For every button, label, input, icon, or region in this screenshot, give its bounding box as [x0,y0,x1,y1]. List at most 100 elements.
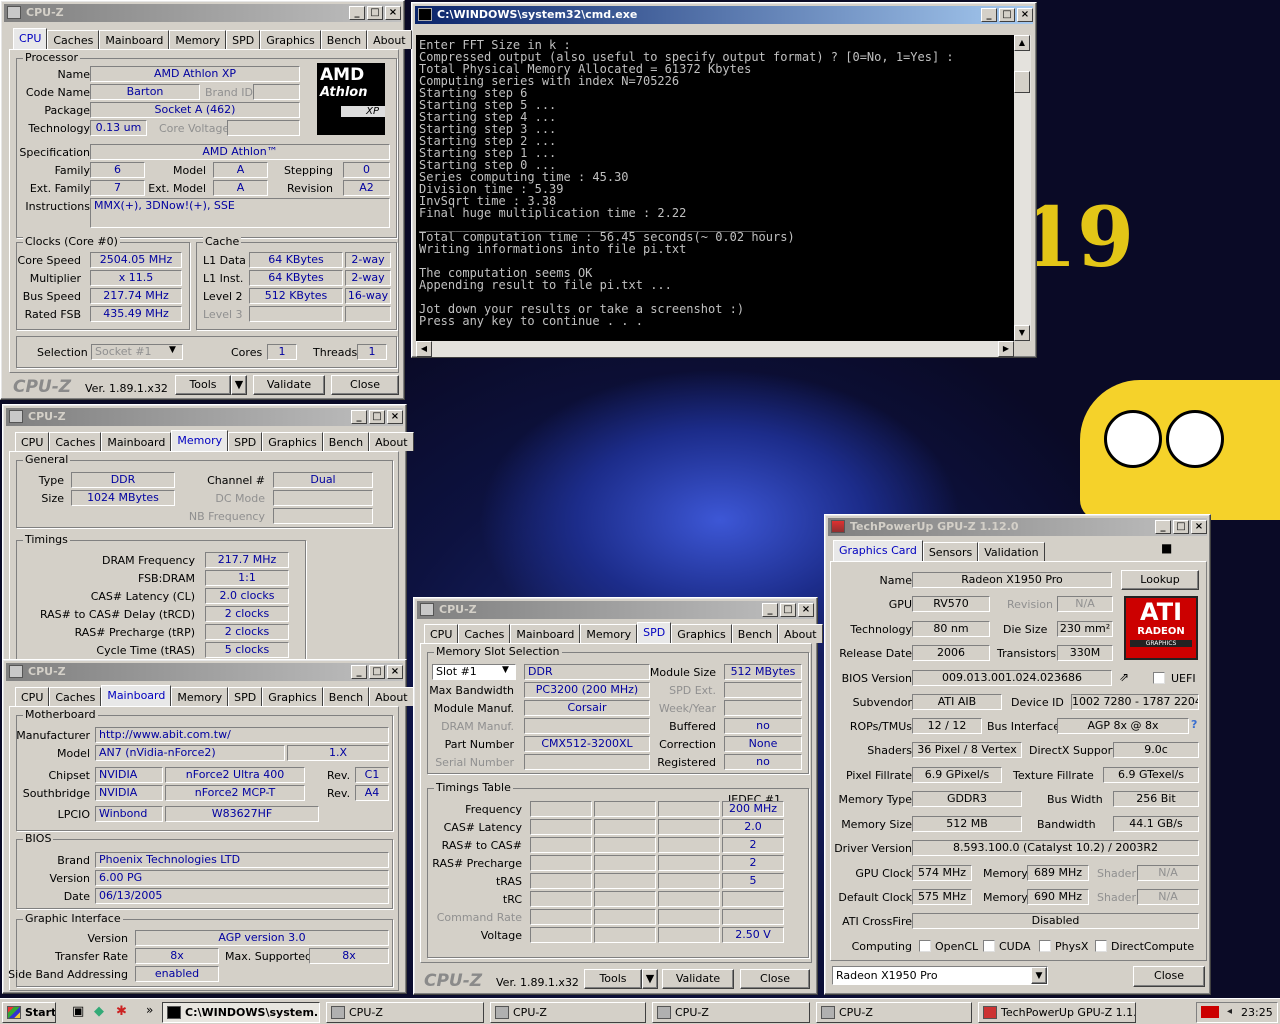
tab-about[interactable]: About [778,624,823,643]
tab-bar[interactable]: Graphics Card Sensors Validation [833,540,1045,561]
tab-bench[interactable]: Bench [322,432,370,451]
tab-graphics[interactable]: Graphics [260,30,321,49]
close-button[interactable]: × [387,665,403,679]
tab-cpu[interactable]: CPU [13,28,48,49]
tab-mainboard[interactable]: Mainboard [99,30,170,49]
scroll-down-button[interactable]: ▼ [1014,325,1030,341]
console-output[interactable]: Enter FFT Size in k : Compressed output (… [416,35,1014,341]
tab-about[interactable]: About [369,687,414,706]
close-button[interactable]: Close [740,969,810,989]
tab-sensors[interactable]: Sensors [922,542,979,561]
maximize-button[interactable]: □ [999,8,1015,22]
cpuz-titlebar[interactable]: CPU-Z _ □ × [6,663,403,681]
tab-cpu[interactable]: CPU [15,432,50,451]
cpuz-memory-window[interactable]: CPU-Z _ □ × CPU Caches Mainboard Memory SPD G… [2,404,414,666]
close-button[interactable]: × [387,410,403,424]
tab-spd[interactable]: SPD [226,30,261,49]
taskbar-item[interactable]: C:\WINDOWS\system... [162,1002,320,1023]
cpuz-titlebar[interactable]: CPU-Z _ □ × [6,408,403,426]
gpu-select[interactable]: Radeon X1950 Pro [832,966,1048,985]
taskbar-item[interactable]: CPU-Z [816,1002,972,1023]
cpuz-cpu-window[interactable]: CPU-Z _ □ × CPU Caches Mainboard Memory SPD G… [0,0,412,400]
camera-icon[interactable]: ■ [1161,541,1172,555]
horizontal-scrollbar[interactable]: ◀ ▶ [416,341,1014,357]
uefi-checkbox[interactable] [1153,672,1165,684]
cpuz-titlebar[interactable]: CPU-Z _ □ × [4,4,401,22]
maximize-button[interactable]: □ [1173,520,1189,534]
scroll-up-button[interactable]: ▲ [1014,35,1030,51]
opencl-checkbox[interactable] [919,940,931,952]
validate-button[interactable]: Validate [253,375,325,395]
tab-bench[interactable]: Bench [320,30,368,49]
close-button[interactable]: Close [1133,966,1205,987]
tab-cpu[interactable]: CPU [424,624,459,643]
tab-bar[interactable]: CPU Caches Mainboard Memory SPD Graphics Bench… [13,28,412,49]
minimize-button[interactable]: _ [351,410,367,424]
tab-memory[interactable]: Memory [580,624,638,643]
gpuz-titlebar[interactable]: TechPowerUp GPU-Z 1.12.0 _ □ × [828,518,1207,536]
minimize-button[interactable]: _ [981,8,997,22]
scroll-thumb[interactable] [1014,71,1030,93]
tab-about[interactable]: About [367,30,412,49]
tab-graphics[interactable]: Graphics [262,687,323,706]
taskbar-item[interactable]: CPU-Z [326,1002,484,1023]
tools-button[interactable]: Tools [175,375,231,395]
minimize-button[interactable]: _ [351,665,367,679]
close-button[interactable]: × [385,6,401,20]
chevron-down-icon[interactable]: ▼ [502,665,509,675]
tab-graphics[interactable]: Graphics [262,432,323,451]
close-button[interactable]: × [1191,520,1207,534]
maximize-button[interactable]: □ [780,603,796,617]
lookup-button[interactable]: Lookup [1121,570,1199,590]
gpuz-window[interactable]: TechPowerUp GPU-Z 1.12.0 _ □ × Graphics … [824,514,1211,995]
directcompute-checkbox[interactable] [1095,940,1107,952]
start-button[interactable]: Start [2,1002,56,1023]
tab-memory[interactable]: Memory [171,687,229,706]
tab-graphics[interactable]: Graphics [671,624,732,643]
maximize-button[interactable]: □ [369,665,385,679]
close-button[interactable]: × [798,603,814,617]
taskbar-item[interactable]: TechPowerUp GPU-Z 1.1... [978,1002,1136,1023]
tab-mainboard[interactable]: Mainboard [101,432,172,451]
chevron-right-icon[interactable]: » [146,1003,153,1017]
tab-caches[interactable]: Caches [458,624,511,643]
clock[interactable]: 23:25 [1241,1006,1273,1019]
tab-about[interactable]: About [369,432,414,451]
tab-caches[interactable]: Caches [49,687,102,706]
quicklaunch-icon[interactable]: ✱ [116,1004,127,1019]
tab-bar[interactable]: CPU Caches Mainboard Memory SPD Graphics Bench… [424,622,823,643]
close-button[interactable]: Close [331,375,399,395]
ati-tray-icon[interactable] [1201,1006,1219,1018]
cpuz-spd-window[interactable]: CPU-Z _ □ × CPU Caches Mainboard Memory SPD G… [413,597,823,995]
tools-dropdown-button[interactable]: ▼ [231,375,247,395]
close-button[interactable]: × [1017,8,1033,22]
volume-icon[interactable]: ◂ [1227,1006,1232,1017]
cuda-checkbox[interactable] [983,940,995,952]
tools-button[interactable]: Tools [584,969,642,989]
tab-mainboard[interactable]: Mainboard [101,685,172,706]
tab-bench[interactable]: Bench [322,687,370,706]
tab-spd[interactable]: SPD [637,622,672,643]
tab-graphics-card[interactable]: Graphics Card [833,540,923,561]
cmd-titlebar[interactable]: C:\WINDOWS\system32\cmd.exe _ □ × [415,6,1033,24]
tools-dropdown-button[interactable]: ▼ [642,969,658,989]
tab-caches[interactable]: Caches [47,30,100,49]
minimize-button[interactable]: _ [762,603,778,617]
tab-memory[interactable]: Memory [169,30,227,49]
chevron-down-icon[interactable]: ▼ [169,345,176,355]
tab-bar[interactable]: CPU Caches Mainboard Memory SPD Graphics Bench… [15,430,414,451]
chevron-down-icon[interactable]: ▼ [1031,967,1047,984]
quicklaunch-icon[interactable]: ◆ [94,1004,104,1019]
cpuz-mainboard-window[interactable]: CPU-Z _ □ × CPU Caches Mainboard Memory SPD G… [2,659,414,994]
minimize-button[interactable]: _ [1155,520,1171,534]
scroll-right-button[interactable]: ▶ [998,341,1014,357]
physx-checkbox[interactable] [1039,940,1051,952]
minimize-button[interactable]: _ [349,6,365,20]
quicklaunch-icon[interactable]: ▣ [72,1004,84,1019]
tab-spd[interactable]: SPD [228,687,263,706]
cmd-window[interactable]: C:\WINDOWS\system32\cmd.exe _ □ × Enter … [411,2,1037,358]
scroll-left-button[interactable]: ◀ [416,341,432,357]
tab-cpu[interactable]: CPU [15,687,50,706]
share-icon[interactable]: ⇗ [1119,670,1129,684]
tab-spd[interactable]: SPD [228,432,263,451]
